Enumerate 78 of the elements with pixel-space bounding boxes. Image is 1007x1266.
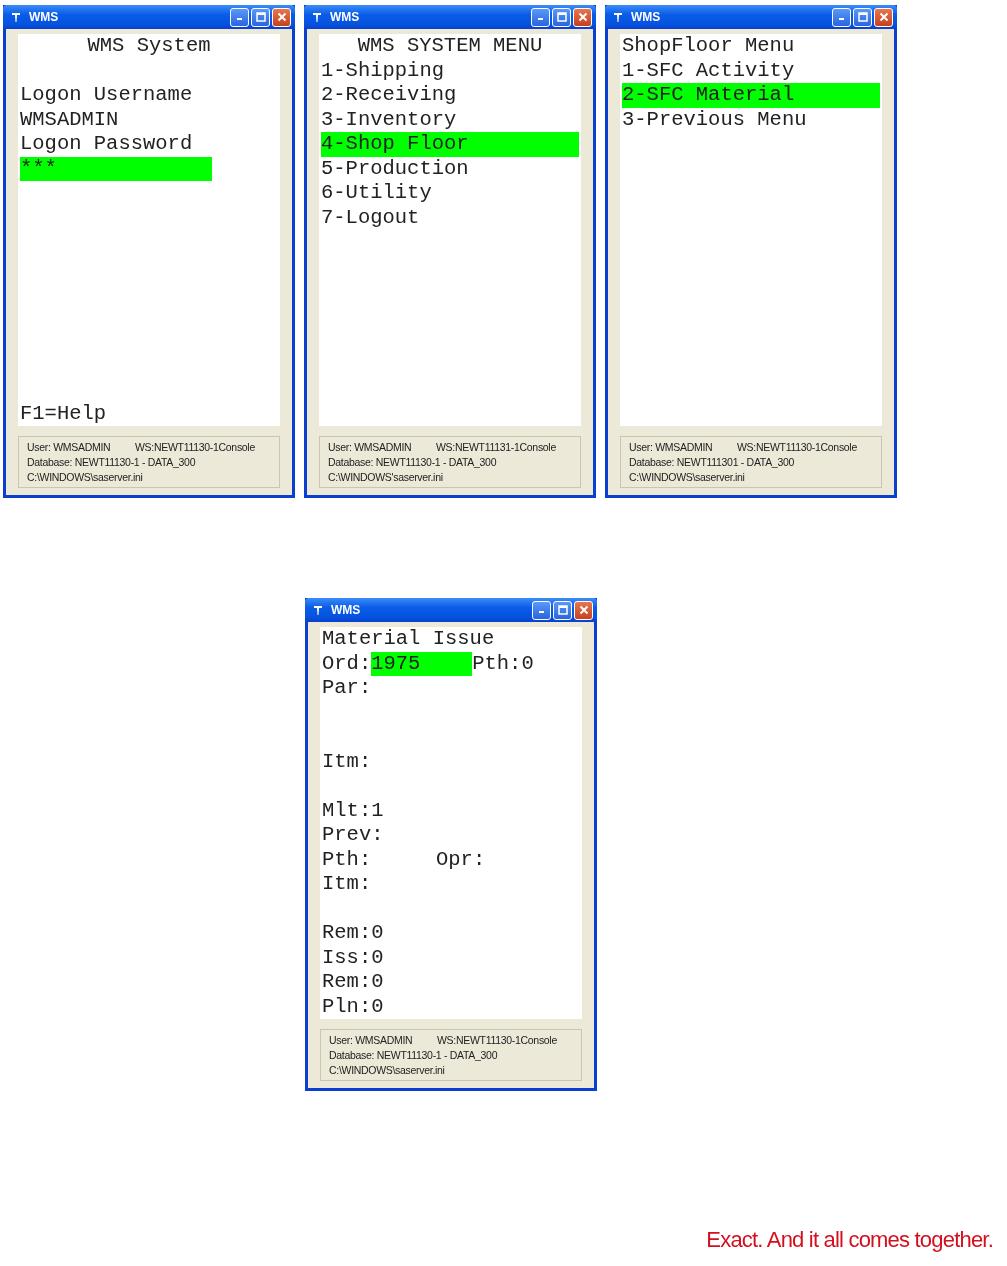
- close-icon: [577, 12, 588, 22]
- screen-text: Itm:: [322, 749, 373, 774]
- window-title: WMS: [631, 10, 661, 24]
- menu-item[interactable]: 7-Logout: [321, 205, 579, 230]
- menu-item[interactable]: 5-Production: [321, 156, 579, 181]
- screen-text: Prev:: [322, 823, 385, 848]
- screen-text: Pln:0: [322, 994, 385, 1019]
- menu-item[interactable]: 1-Shipping: [321, 58, 579, 83]
- status-text: WS:NEWT11130-1Console: [437, 1034, 557, 1046]
- screen-text: Rem:0: [322, 970, 385, 995]
- tagline: Exact. And it all comes together.: [706, 1227, 993, 1253]
- minimize-button[interactable]: [832, 7, 851, 27]
- maximize-icon: [557, 605, 568, 615]
- pin-icon: [11, 11, 21, 23]
- screen-text: Rem:0: [322, 921, 385, 946]
- menu-item[interactable]: 3-Previous Menu: [622, 107, 880, 132]
- screen-text: Pth:: [322, 847, 373, 872]
- screen-text: Mlt:1: [322, 798, 385, 823]
- status-text: User: WMSADMIN: [328, 440, 413, 454]
- maximize-icon: [255, 12, 266, 22]
- status-text: WS:NEWT11131-1Console: [436, 441, 556, 453]
- status-text: User: WMSADMIN: [329, 1033, 414, 1047]
- maximize-button[interactable]: [853, 7, 872, 27]
- menu-item[interactable]: 6-Utility: [321, 181, 579, 206]
- minimize-button[interactable]: [531, 7, 550, 27]
- close-icon: [578, 605, 589, 615]
- close-icon: [878, 12, 889, 22]
- status-text: Database: NEWT11130-1 - DATA_300: [328, 455, 498, 469]
- maximize-icon: [857, 12, 868, 22]
- status-text: User: WMSADMIN: [629, 440, 714, 454]
- screen-text: Iss:0: [322, 945, 385, 970]
- minimize-button[interactable]: [230, 7, 249, 27]
- window-title: WMS: [331, 603, 361, 617]
- screen-text: Logon Username: [20, 83, 194, 108]
- close-button[interactable]: [874, 7, 893, 27]
- menu-item[interactable]: 2-SFC Material: [622, 83, 880, 108]
- menu-item[interactable]: 3-Inventory: [321, 107, 579, 132]
- close-button[interactable]: [272, 7, 291, 27]
- screen-text: Opr:: [436, 847, 486, 871]
- close-icon: [276, 12, 287, 22]
- status-text: WS:NEWT11130-1Console: [135, 441, 255, 453]
- maximize-icon: [556, 12, 567, 22]
- minimize-button[interactable]: [532, 600, 551, 620]
- status-text: WS:NEWT11130-1Console: [737, 441, 857, 453]
- menu-item[interactable]: 2-Receiving: [321, 83, 579, 108]
- pin-icon: [313, 604, 323, 616]
- screen-text: Logon Password: [20, 132, 194, 157]
- pin-icon: [312, 11, 322, 23]
- screen-text: Ord:: [322, 651, 372, 675]
- maximize-button[interactable]: [553, 600, 572, 620]
- menu-item[interactable]: 1-SFC Activity: [622, 58, 880, 83]
- screen-text: WMSADMIN: [20, 107, 120, 132]
- input-field[interactable]: ***: [20, 156, 212, 181]
- window-title: WMS: [29, 10, 59, 24]
- input-field[interactable]: 1975: [371, 651, 473, 676]
- pin-icon: [613, 11, 623, 23]
- screen-heading: WMS System: [86, 34, 212, 59]
- status-text: Database: NEWT11130-1 - DATA_300: [329, 1048, 499, 1062]
- screen-heading: WMS SYSTEM MENU: [356, 34, 544, 59]
- close-button[interactable]: [573, 7, 592, 27]
- status-text: Database: NEWT11130-1 - DATA_300: [27, 455, 197, 469]
- screen-text: Material Issue: [322, 627, 496, 652]
- status-text: Database: NEWT111301 - DATA_300: [629, 455, 795, 469]
- status-text: User: WMSADMIN: [27, 440, 112, 454]
- help-text: F1=Help: [20, 401, 108, 426]
- status-text: C:\WINDOWS'saserver.ini: [328, 470, 444, 484]
- screen-text: ShopFloor Menu: [622, 34, 796, 59]
- maximize-button[interactable]: [251, 7, 270, 27]
- status-text: C:\WINDOWS\saserver.ini: [329, 1063, 446, 1077]
- maximize-button[interactable]: [552, 7, 571, 27]
- status-text: C:\WINDOWS\saserver.ini: [629, 470, 746, 484]
- window-title: WMS: [330, 10, 360, 24]
- screen-text: Itm:: [322, 872, 373, 897]
- screen-text: Par:: [322, 676, 373, 701]
- screen-text: Pth:0: [472, 651, 534, 675]
- menu-item[interactable]: 4-Shop Floor: [321, 132, 579, 157]
- close-button[interactable]: [574, 600, 593, 620]
- status-text: C:\WINDOWS\saserver.ini: [27, 470, 144, 484]
